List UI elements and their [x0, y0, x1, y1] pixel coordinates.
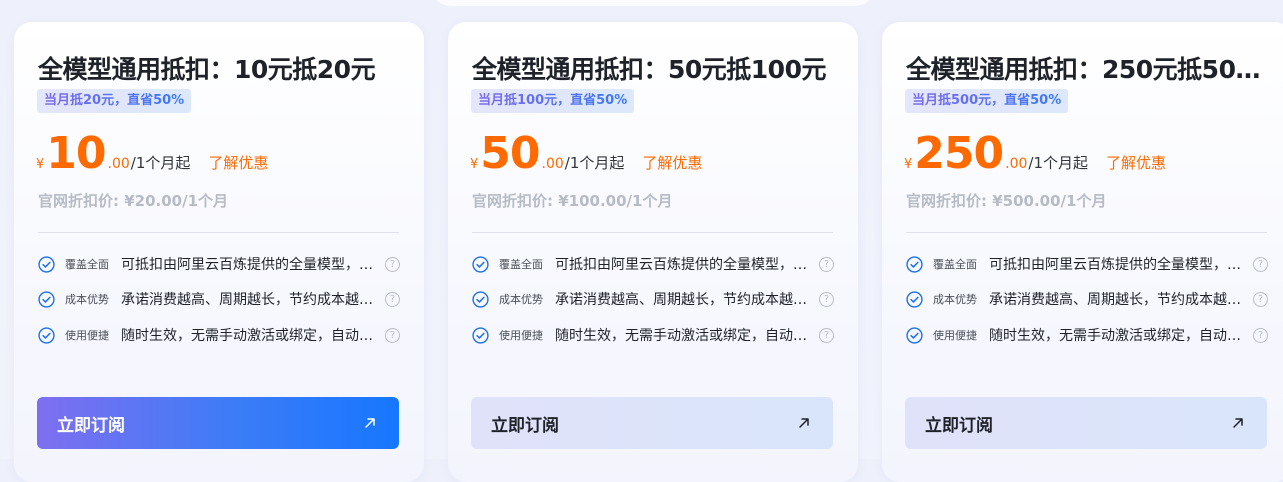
- question-circle-icon[interactable]: ?: [1253, 291, 1268, 307]
- currency-symbol: ¥: [36, 157, 45, 172]
- subscribe-button-label: 立即订阅: [57, 415, 125, 436]
- subscribe-button-label: 立即订阅: [491, 415, 559, 436]
- check-circle-icon: [38, 326, 55, 344]
- check-circle-icon: [906, 290, 923, 308]
- question-circle-icon[interactable]: ?: [819, 327, 834, 343]
- check-circle-icon: [472, 290, 489, 308]
- question-circle-icon[interactable]: ?: [385, 256, 400, 272]
- arrow-up-right-icon: [1233, 418, 1243, 428]
- original-price: 官网折扣价: ¥100.00/1个月: [472, 192, 673, 210]
- subscribe-button[interactable]: 立即订阅: [905, 397, 1267, 449]
- check-circle-icon: [906, 255, 923, 273]
- feature-text: 可抵扣由阿里云百炼提供的全量模型，…: [989, 257, 1241, 273]
- arrow-up-right-icon: [799, 418, 809, 428]
- price-unit: /1个月起: [1028, 154, 1089, 172]
- feature-label: 成本优势: [499, 293, 543, 306]
- divider: [472, 232, 833, 233]
- feature-label: 覆盖全面: [933, 258, 977, 271]
- original-price: 官网折扣价: ¥20.00/1个月: [38, 192, 229, 210]
- feature-row: 覆盖全面 可抵扣由阿里云百炼提供的全量模型，… ?: [38, 253, 400, 275]
- question-circle-icon[interactable]: ?: [819, 291, 834, 307]
- subscribe-button-label: 立即订阅: [925, 415, 993, 436]
- price-block: ¥ 250 .00 /1个月起 了解优惠: [904, 126, 1166, 182]
- price-block: ¥ 50 .00 /1个月起 了解优惠: [470, 126, 702, 182]
- feature-label: 使用便捷: [65, 329, 109, 342]
- feature-row: 覆盖全面 可抵扣由阿里云百炼提供的全量模型，… ?: [906, 253, 1268, 275]
- feature-row: 成本优势 承诺消费越高、周期越长，节约成本越… ?: [472, 288, 834, 310]
- feature-label: 使用便捷: [499, 329, 543, 342]
- question-circle-icon[interactable]: ?: [1253, 327, 1268, 343]
- check-circle-icon: [472, 255, 489, 273]
- price-integer: 250: [914, 128, 1004, 179]
- plan-card-250: 全模型通用抵扣：250元抵50… 当月抵500元，直省50% ¥ 250 .00…: [882, 22, 1283, 482]
- feature-text: 随时生效，无需手动激活或绑定，自动…: [989, 328, 1241, 344]
- price-decimal: .00: [541, 156, 564, 172]
- question-circle-icon[interactable]: ?: [385, 327, 400, 343]
- feature-text: 承诺消费越高、周期越长，节约成本越…: [121, 292, 373, 308]
- check-circle-icon: [906, 326, 923, 344]
- feature-text: 随时生效，无需手动激活或绑定，自动…: [121, 328, 373, 344]
- question-circle-icon[interactable]: ?: [1253, 256, 1268, 272]
- feature-text: 可抵扣由阿里云百炼提供的全量模型，…: [555, 257, 807, 273]
- feature-text: 可抵扣由阿里云百炼提供的全量模型，…: [121, 257, 373, 273]
- learn-discount-link[interactable]: 了解优惠: [642, 152, 702, 173]
- feature-row: 成本优势 承诺消费越高、周期越长，节约成本越… ?: [906, 288, 1268, 310]
- price-decimal: .00: [107, 156, 130, 172]
- check-circle-icon: [472, 326, 489, 344]
- subscribe-button[interactable]: 立即订阅: [471, 397, 833, 449]
- original-price: 官网折扣价: ¥500.00/1个月: [906, 192, 1107, 210]
- price-integer: 50: [480, 128, 540, 179]
- feature-row: 使用便捷 随时生效，无需手动激活或绑定，自动… ?: [472, 324, 834, 346]
- top-decoration: [428, 0, 878, 6]
- feature-text: 随时生效，无需手动激活或绑定，自动…: [555, 328, 807, 344]
- question-circle-icon[interactable]: ?: [819, 256, 834, 272]
- price-unit: /1个月起: [564, 154, 625, 172]
- feature-row: 成本优势 承诺消费越高、周期越长，节约成本越… ?: [38, 288, 400, 310]
- feature-text: 承诺消费越高、周期越长，节约成本越…: [989, 292, 1241, 308]
- plan-title: 全模型通用抵扣：50元抵100元: [472, 55, 826, 84]
- feature-text: 承诺消费越高、周期越长，节约成本越…: [555, 292, 807, 308]
- check-circle-icon: [38, 290, 55, 308]
- question-circle-icon[interactable]: ?: [385, 291, 400, 307]
- price-decimal: .00: [1005, 156, 1028, 172]
- feature-label: 覆盖全面: [499, 258, 543, 271]
- plan-title: 全模型通用抵扣：250元抵50…: [906, 55, 1260, 84]
- discount-badge: 当月抵20元，直省50%: [37, 89, 192, 113]
- feature-row: 使用便捷 随时生效，无需手动激活或绑定，自动… ?: [906, 324, 1268, 346]
- price-integer: 10: [46, 128, 106, 179]
- feature-row: 覆盖全面 可抵扣由阿里云百炼提供的全量模型，… ?: [472, 253, 834, 275]
- plan-title: 全模型通用抵扣：10元抵20元: [38, 55, 376, 84]
- plan-card-10: 全模型通用抵扣：10元抵20元 当月抵20元，直省50% ¥ 10 .00 /1…: [14, 22, 424, 482]
- arrow-up-right-icon: [365, 418, 375, 428]
- price-unit: /1个月起: [130, 154, 191, 172]
- feature-label: 使用便捷: [933, 329, 977, 342]
- check-circle-icon: [38, 255, 55, 273]
- feature-label: 成本优势: [933, 293, 977, 306]
- plan-card-50: 全模型通用抵扣：50元抵100元 当月抵100元，直省50% ¥ 50 .00 …: [448, 22, 858, 482]
- currency-symbol: ¥: [904, 157, 913, 172]
- feature-label: 覆盖全面: [65, 258, 109, 271]
- discount-badge: 当月抵500元，直省50%: [905, 89, 1069, 113]
- divider: [906, 232, 1267, 233]
- discount-badge: 当月抵100元，直省50%: [471, 89, 635, 113]
- price-block: ¥ 10 .00 /1个月起 了解优惠: [36, 126, 268, 182]
- divider: [38, 232, 399, 233]
- learn-discount-link[interactable]: 了解优惠: [1106, 152, 1166, 173]
- feature-label: 成本优势: [65, 293, 109, 306]
- feature-row: 使用便捷 随时生效，无需手动激活或绑定，自动… ?: [38, 324, 400, 346]
- subscribe-button[interactable]: 立即订阅: [37, 397, 399, 449]
- learn-discount-link[interactable]: 了解优惠: [208, 152, 268, 173]
- currency-symbol: ¥: [470, 157, 479, 172]
